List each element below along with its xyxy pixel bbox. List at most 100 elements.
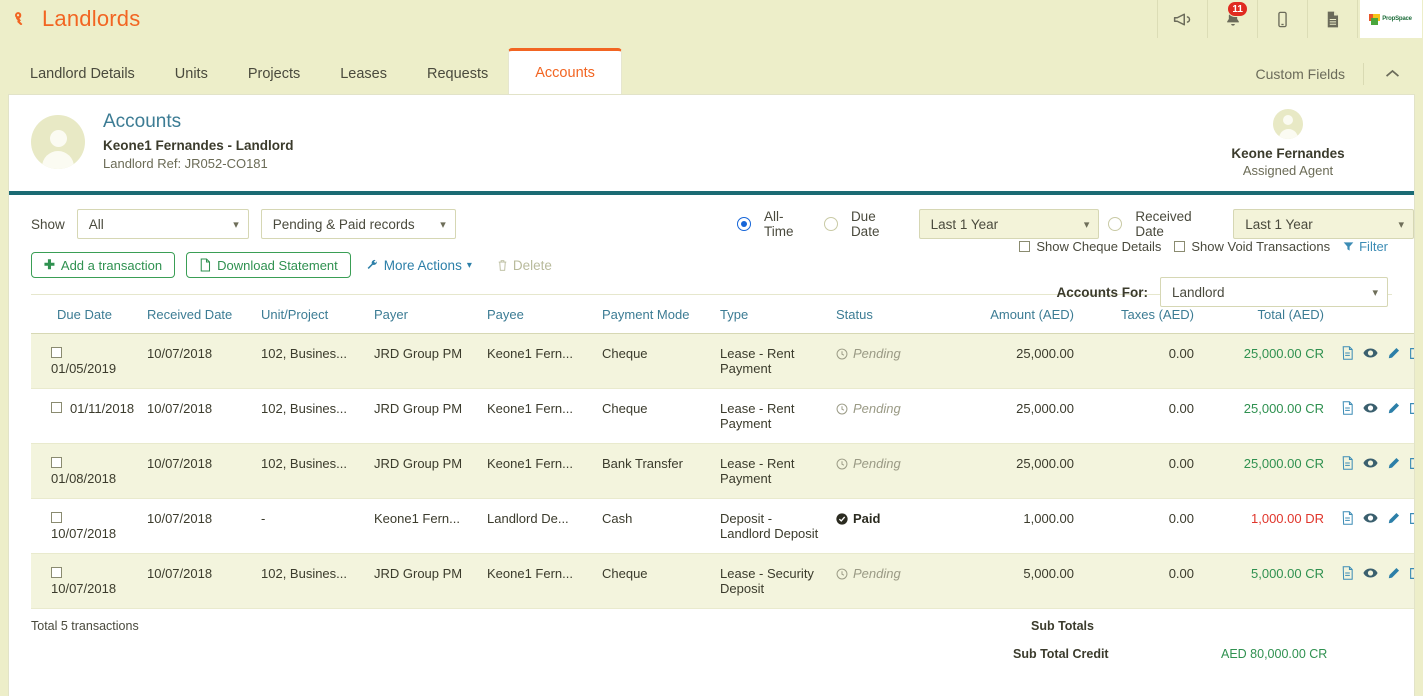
col-payee[interactable]: Payee bbox=[481, 295, 596, 334]
sub-total-credit-value: AED 80,000.00 CR bbox=[1221, 647, 1327, 661]
download-statement-button[interactable]: Download Statement bbox=[186, 252, 351, 278]
sub-totals-label: Sub Totals bbox=[1031, 619, 1094, 633]
tab-requests[interactable]: Requests bbox=[407, 54, 508, 94]
statement-icon[interactable] bbox=[1341, 511, 1354, 525]
cell-type: Lease - Rent Payment bbox=[714, 334, 830, 389]
row-checkbox[interactable] bbox=[51, 512, 62, 523]
col-type[interactable]: Type bbox=[714, 295, 830, 334]
cell-due-date: 01/11/2018 bbox=[31, 389, 141, 444]
chevron-down-icon: ▾ bbox=[1372, 286, 1378, 299]
tab-units[interactable]: Units bbox=[155, 54, 228, 94]
radio-received-date[interactable] bbox=[1108, 217, 1122, 231]
col-unit-project[interactable]: Unit/Project bbox=[255, 295, 368, 334]
show-select[interactable]: All ▾ bbox=[77, 209, 249, 239]
edit-icon[interactable] bbox=[1387, 457, 1400, 470]
megaphone-icon[interactable] bbox=[1157, 0, 1207, 38]
tab-landlord-details[interactable]: Landlord Details bbox=[10, 54, 155, 94]
add-transaction-label: Add a transaction bbox=[61, 258, 162, 273]
edit-icon[interactable] bbox=[1387, 402, 1400, 415]
avatar bbox=[31, 115, 85, 169]
received-date-range-select[interactable]: Last 1 Year ▾ bbox=[1233, 209, 1414, 239]
plus-icon: ✚ bbox=[44, 257, 55, 273]
statement-icon[interactable] bbox=[1341, 456, 1354, 470]
radio-due-date[interactable] bbox=[824, 217, 838, 231]
cell-total: 1,000.00 DR bbox=[1200, 499, 1330, 554]
more-actions-button[interactable]: More Actions ▾ bbox=[366, 258, 472, 273]
cell-unit-project: 102, Busines... bbox=[255, 554, 368, 609]
bell-icon[interactable]: 11 bbox=[1207, 0, 1257, 38]
statement-icon[interactable] bbox=[1341, 346, 1354, 360]
table-row[interactable]: 01/11/201810/07/2018102, Busines...JRD G… bbox=[31, 389, 1415, 444]
statement-icon[interactable] bbox=[1341, 401, 1354, 415]
due-date-range-select[interactable]: Last 1 Year ▾ bbox=[919, 209, 1100, 239]
tab-accounts[interactable]: Accounts bbox=[508, 48, 622, 94]
view-icon[interactable] bbox=[1363, 457, 1378, 469]
cell-type: Deposit - Landlord Deposit bbox=[714, 499, 830, 554]
open-external-icon[interactable] bbox=[1409, 457, 1415, 470]
chevron-up-icon[interactable] bbox=[1364, 66, 1423, 82]
app-brand[interactable]: Landlords bbox=[0, 6, 140, 32]
app-title: Landlords bbox=[42, 6, 140, 32]
custom-fields-link[interactable]: Custom Fields bbox=[1238, 66, 1363, 82]
open-external-icon[interactable] bbox=[1409, 347, 1415, 360]
view-icon[interactable] bbox=[1363, 402, 1378, 414]
radio-all-time[interactable] bbox=[737, 217, 751, 231]
edit-icon[interactable] bbox=[1387, 567, 1400, 580]
cell-due-date: 01/05/2019 bbox=[31, 334, 141, 389]
edit-icon[interactable] bbox=[1387, 512, 1400, 525]
view-icon[interactable] bbox=[1363, 567, 1378, 579]
propspace-logo[interactable]: PropSpace bbox=[1357, 0, 1423, 38]
cell-payer: JRD Group PM bbox=[368, 554, 481, 609]
open-external-icon[interactable] bbox=[1409, 567, 1415, 580]
col-payment-mode[interactable]: Payment Mode bbox=[596, 295, 714, 334]
cell-payment-mode: Cheque bbox=[596, 334, 714, 389]
received-date-range-value: Last 1 Year bbox=[1245, 217, 1313, 232]
col-received-date[interactable]: Received Date bbox=[141, 295, 255, 334]
row-checkbox[interactable] bbox=[51, 567, 62, 578]
delete-button[interactable]: Delete bbox=[497, 258, 552, 273]
row-checkbox[interactable] bbox=[51, 347, 62, 358]
show-label: Show bbox=[31, 217, 65, 232]
col-due-date[interactable]: Due Date bbox=[31, 295, 141, 334]
table-row[interactable]: 01/08/201810/07/2018102, Busines...JRD G… bbox=[31, 444, 1415, 499]
propspace-logo-mark bbox=[1369, 14, 1380, 25]
radio-all-time-label[interactable]: All-Time bbox=[764, 209, 811, 239]
accounts-for-group: Accounts For: Landlord ▾ bbox=[1056, 277, 1388, 307]
filter-button[interactable]: Filter bbox=[1343, 239, 1388, 254]
radio-due-date-label[interactable]: Due Date bbox=[851, 209, 906, 239]
show-cheque-details-checkbox[interactable]: Show Cheque Details bbox=[1019, 239, 1161, 254]
col-status[interactable]: Status bbox=[830, 295, 950, 334]
due-date-value: 10/07/2018 bbox=[51, 581, 116, 596]
cell-unit-project: 102, Busines... bbox=[255, 389, 368, 444]
table-row[interactable]: 01/05/201910/07/2018102, Busines...JRD G… bbox=[31, 334, 1415, 389]
view-icon[interactable] bbox=[1363, 512, 1378, 524]
chevron-down-icon: ▾ bbox=[233, 218, 239, 231]
open-external-icon[interactable] bbox=[1409, 512, 1415, 525]
records-select[interactable]: Pending & Paid records ▾ bbox=[261, 209, 456, 239]
chevron-down-icon: ▾ bbox=[440, 218, 446, 231]
filter-label: Filter bbox=[1359, 239, 1388, 254]
tab-projects[interactable]: Projects bbox=[228, 54, 320, 94]
funnel-icon bbox=[1343, 241, 1354, 252]
row-checkbox[interactable] bbox=[51, 457, 62, 468]
cell-status: Paid bbox=[830, 499, 950, 554]
cell-actions bbox=[1330, 554, 1415, 609]
view-icon[interactable] bbox=[1363, 347, 1378, 359]
cell-total: 25,000.00 CR bbox=[1200, 444, 1330, 499]
mobile-icon[interactable] bbox=[1257, 0, 1307, 38]
accounts-for-select[interactable]: Landlord ▾ bbox=[1160, 277, 1388, 307]
row-checkbox[interactable] bbox=[51, 402, 62, 413]
cell-unit-project: - bbox=[255, 499, 368, 554]
add-transaction-button[interactable]: ✚ Add a transaction bbox=[31, 252, 175, 278]
tab-leases[interactable]: Leases bbox=[320, 54, 407, 94]
statement-icon[interactable] bbox=[1341, 566, 1354, 580]
col-payer[interactable]: Payer bbox=[368, 295, 481, 334]
table-row[interactable]: 10/07/201810/07/2018-Keone1 Fern...Landl… bbox=[31, 499, 1415, 554]
edit-icon[interactable] bbox=[1387, 347, 1400, 360]
open-external-icon[interactable] bbox=[1409, 402, 1415, 415]
radio-received-date-label[interactable]: Received Date bbox=[1135, 209, 1220, 239]
chevron-down-icon: ▾ bbox=[1084, 218, 1090, 231]
document-icon[interactable] bbox=[1307, 0, 1357, 38]
show-void-transactions-checkbox[interactable]: Show Void Transactions bbox=[1174, 239, 1330, 254]
table-row[interactable]: 10/07/201810/07/2018102, Busines...JRD G… bbox=[31, 554, 1415, 609]
